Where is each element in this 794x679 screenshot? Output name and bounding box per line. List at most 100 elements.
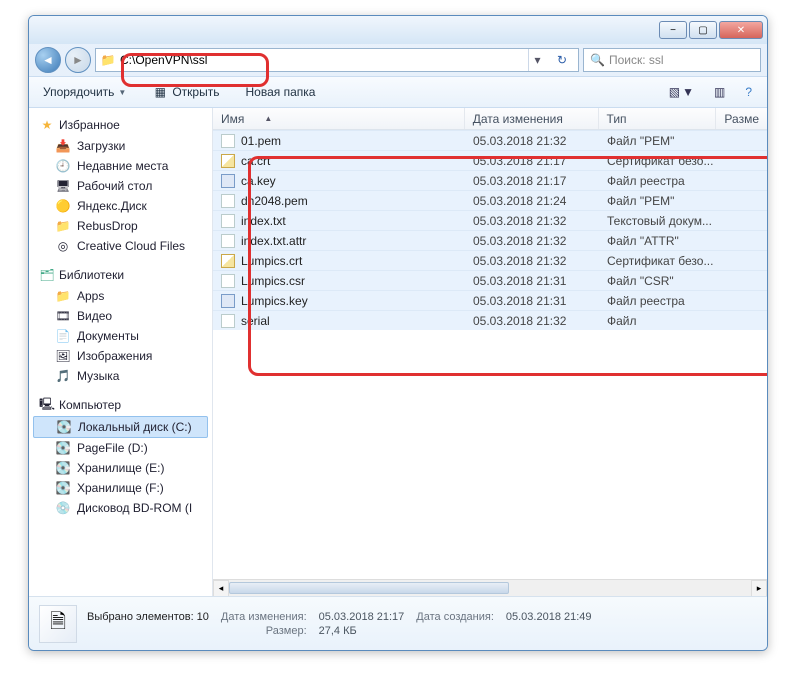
file-date: 05.03.2018 21:32 <box>465 314 599 328</box>
computer-icon: 🖳 <box>39 397 55 413</box>
col-name[interactable]: Имя ▲ <box>213 108 465 129</box>
libraries-group: 🗂 Библиотеки 📁Apps🎞Видео📄Документы 🖼 Изобр… <box>29 264 212 386</box>
file-date: 05.03.2018 21:32 <box>465 134 599 148</box>
size-value: 27,4 КБ <box>319 625 405 637</box>
sidebar-item-label: Недавние места <box>77 159 168 173</box>
scroll-left-icon[interactable]: ◂ <box>213 580 229 596</box>
sidebar-item[interactable]: 🕘 Недавние места <box>29 156 212 176</box>
file-pane: Имя ▲ Дата изменения Тип Разме 01.pem 05.… <box>213 108 767 596</box>
sidebar-item-icon: 📥 <box>55 138 71 154</box>
address-dropdown[interactable]: ▾ <box>528 49 546 71</box>
content-area: ★ Избранное 📥Загрузки 🕘 Недавние места 🖥Раб… <box>29 108 767 596</box>
close-button[interactable]: ✕ <box>719 21 763 39</box>
table-row[interactable]: Lumpics.key05.03.2018 21:31Файл реестра <box>213 290 767 310</box>
date-mod-label: Дата изменения: <box>221 611 307 623</box>
sidebar-item[interactable]: ◎ Creative Cloud Files <box>29 236 212 256</box>
file-icon <box>221 314 235 328</box>
file-icon <box>221 254 235 268</box>
file-icon <box>221 194 235 208</box>
scroll-right-icon[interactable]: ▸ <box>751 580 767 596</box>
sidebar-item[interactable]: 🎵Музыка <box>29 366 212 386</box>
table-row[interactable]: ca.key05.03.2018 21:17Файл реестра <box>213 170 767 190</box>
sidebar-item-label: Документы <box>77 329 139 343</box>
open-button[interactable]: ▦ Открыть <box>146 82 225 102</box>
sidebar-item[interactable]: 💽Локальный диск (C:) <box>33 416 208 438</box>
address-bar[interactable]: 📁 C:\OpenVPN\ssl ▾ ↻ <box>95 48 579 72</box>
sidebar-item-label: PageFile (D:) <box>77 441 148 455</box>
sidebar-item[interactable]: 🖼 Изображения <box>29 346 212 366</box>
organize-button[interactable]: Упорядочить ▼ <box>37 83 132 101</box>
sidebar-item-icon: 💽 <box>56 419 72 435</box>
sidebar-item-icon: 🖼 <box>55 348 71 364</box>
table-row[interactable]: Lumpics.csr05.03.2018 21:31Файл "CSR" <box>213 270 767 290</box>
sidebar-item[interactable]: 📁RebusDrop <box>29 216 212 236</box>
sidebar-item[interactable]: 🟡Яндекс.Диск <box>29 196 212 216</box>
folder-icon: 📁 <box>100 52 116 68</box>
sidebar-item-icon: 💽 <box>55 460 71 476</box>
sidebar-item[interactable]: 💽Хранилище (E:) <box>29 458 212 478</box>
maximize-button[interactable]: ▢ <box>689 21 717 39</box>
help-icon: ? <box>745 85 752 99</box>
file-icon <box>221 234 235 248</box>
favorites-header[interactable]: ★ Избранное <box>29 114 212 136</box>
chevron-down-icon: ▼ <box>118 88 126 97</box>
file-type: Файл реестра <box>599 294 717 308</box>
sidebar-item-label: Музыка <box>77 369 119 383</box>
titlebar: − ▢ ✕ <box>29 16 767 44</box>
table-row[interactable]: 01.pem 05.03.2018 21:32Файл "PEM" <box>213 130 767 150</box>
sidebar-item[interactable]: 💽 PageFile (D:) <box>29 438 212 458</box>
file-name: Lumpics.csr <box>241 274 305 288</box>
back-button[interactable]: ◄ <box>35 47 61 73</box>
table-row[interactable]: dh2048.pem05.03.2018 21:24Файл "PEM" <box>213 190 767 210</box>
sidebar-item-icon: 💽 <box>55 480 71 496</box>
help-button[interactable]: ? <box>738 81 759 103</box>
sidebar-item-icon: ◎ <box>55 238 71 254</box>
sidebar-item-label: Изображения <box>77 349 152 363</box>
file-list[interactable]: 01.pem05.03.2018 21:32Файл "PEM"ca.crt05… <box>213 130 767 579</box>
sidebar-item-label: Creative Cloud Files <box>77 239 185 253</box>
col-type[interactable]: Тип <box>599 108 717 129</box>
scroll-thumb[interactable] <box>229 582 509 594</box>
file-type: Файл "ATTR" <box>599 234 717 248</box>
sidebar-item-icon: 🕘 <box>55 158 71 174</box>
computer-header[interactable]: 🖳 Компьютер <box>29 394 212 416</box>
sidebar-item-label: RebusDrop <box>77 219 138 233</box>
address-path: C:\OpenVPN\ssl <box>120 53 207 67</box>
sidebar-item-label: Яндекс.Диск <box>77 199 147 213</box>
refresh-button[interactable]: ↻ <box>550 49 574 71</box>
table-row[interactable]: index.txt05.03.2018 21:32Текстовый докум… <box>213 210 767 230</box>
minimize-button[interactable]: − <box>659 21 687 39</box>
file-name: 01.pem <box>241 134 281 148</box>
sidebar-item[interactable]: 💿Дисковод BD-ROM (I <box>29 498 212 518</box>
sidebar-item-icon: 💽 <box>55 440 71 456</box>
sidebar-item-icon: 💿 <box>55 500 71 516</box>
sidebar-item[interactable]: 📁Apps <box>29 286 212 306</box>
newfolder-button[interactable]: Новая папка <box>239 83 321 101</box>
col-date[interactable]: Дата изменения <box>465 108 599 129</box>
computer-group: 🖳 Компьютер 💽Локальный диск (C:)💽PageFil… <box>29 394 212 518</box>
sidebar-item[interactable]: 📥Загрузки <box>29 136 212 156</box>
file-type: Файл реестра <box>599 174 717 188</box>
libraries-header[interactable]: 🗂 Библиотеки <box>29 264 212 286</box>
search-input[interactable]: 🔍 Поиск: ssl <box>583 48 761 72</box>
size-label: Размер: <box>221 625 307 637</box>
table-row[interactable]: index.txt.attr05.03.2018 21:32Файл "ATTR… <box>213 230 767 250</box>
file-name: Lumpics.key <box>241 294 308 308</box>
sidebar-item[interactable]: 📄Документы <box>29 326 212 346</box>
col-size[interactable]: Разме <box>716 108 767 129</box>
forward-button[interactable]: ► <box>65 47 91 73</box>
preview-pane-button[interactable]: ▥ <box>707 81 732 103</box>
sidebar-item[interactable]: 🖥Рабочий стол <box>29 176 212 196</box>
file-type: Файл <box>599 314 717 328</box>
table-row[interactable]: Lumpics.crt05.03.2018 21:32Сертификат бе… <box>213 250 767 270</box>
column-headers: Имя ▲ Дата изменения Тип Разме <box>213 108 767 130</box>
sidebar-item[interactable]: 🎞Видео <box>29 306 212 326</box>
sidebar-item[interactable]: 💽Хранилище (F:) <box>29 478 212 498</box>
file-date: 05.03.2018 21:31 <box>465 274 599 288</box>
table-row[interactable]: ca.crt05.03.2018 21:17Сертификат безо... <box>213 150 767 170</box>
table-row[interactable]: serial05.03.2018 21:32Файл <box>213 310 767 330</box>
details-title: Выбрано элементов: 10 <box>87 611 209 623</box>
file-type: Файл "PEM" <box>599 134 717 148</box>
view-button[interactable]: ▧ ▼ <box>662 81 701 103</box>
horizontal-scrollbar[interactable]: ◂ ▸ <box>213 579 767 596</box>
